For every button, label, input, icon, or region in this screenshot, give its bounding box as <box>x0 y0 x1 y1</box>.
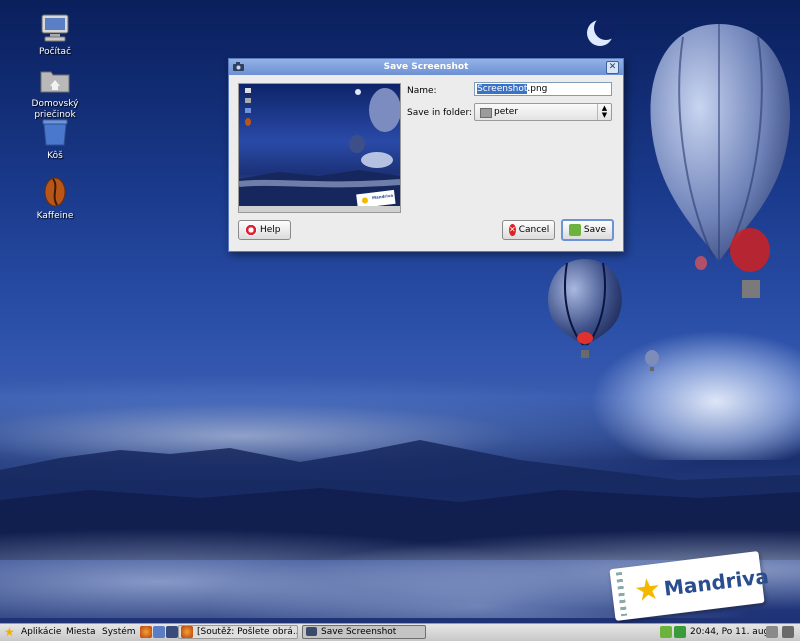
save-button[interactable]: Save <box>561 219 614 241</box>
updown-arrows-icon: ▲ ▼ <box>597 104 611 120</box>
task-label: Save Screenshot <box>321 627 397 637</box>
dialog-title: Save Screenshot <box>383 62 469 72</box>
bottom-panel: ★ Aplikácie Miesta Systém [Soutěž: Pošle… <box>0 623 800 641</box>
firefox-icon[interactable] <box>140 626 152 638</box>
camera-task-icon <box>306 627 317 636</box>
menu-applications[interactable]: Aplikácie <box>21 626 61 639</box>
clock[interactable]: 20:44, Po 11. aug <box>690 626 769 639</box>
desktop-icon-trash[interactable]: Kôš <box>17 116 93 162</box>
moon-icon <box>587 18 615 46</box>
android-update-icon[interactable] <box>660 626 672 638</box>
lifebuoy-icon <box>245 224 257 236</box>
folder-icon <box>480 108 492 118</box>
hot-air-balloon-medium <box>548 259 622 358</box>
desktop-icon-computer[interactable]: Počítač <box>17 12 93 58</box>
task-label: [Soutěž: Pošlete obrá... <box>197 627 298 637</box>
save-folder-combo[interactable]: peter ▲ ▼ <box>474 103 612 121</box>
preview-thumbnail <box>239 88 400 212</box>
close-icon: ✕ <box>608 62 617 72</box>
cancel-button[interactable]: ✕ Cancel <box>502 220 555 240</box>
desktop-icon-kaffeine[interactable]: Kaffeine <box>17 176 93 222</box>
taskbar-task-save-screenshot[interactable]: Save Screenshot <box>302 625 426 639</box>
desktop-icon-label: Počítač <box>38 47 72 57</box>
save-screenshot-dialog: Save Screenshot ✕ Mandriva Name: Screens… <box>228 58 624 252</box>
hot-air-balloon-large <box>650 24 791 298</box>
camera-icon <box>233 62 244 71</box>
save-button-label: Save <box>583 225 606 235</box>
card-binding <box>615 571 628 617</box>
firefox-task-icon <box>181 626 193 638</box>
hot-air-balloon-small <box>645 350 659 371</box>
star-icon: ★ <box>632 571 664 610</box>
cancel-button-label: Cancel <box>518 225 550 235</box>
menu-places[interactable]: Miesta <box>66 626 96 639</box>
dialog-titlebar[interactable]: Save Screenshot ✕ <box>229 59 623 75</box>
screenshot-preview: Mandriva <box>238 83 401 213</box>
network-icon[interactable] <box>674 626 686 638</box>
desktop-icon-label: Kaffeine <box>36 211 74 221</box>
mail-icon[interactable] <box>153 626 165 638</box>
volume-icon[interactable] <box>766 626 778 638</box>
name-label: Name: <box>407 86 437 96</box>
taskbar-task-browser[interactable]: [Soutěž: Pošlete obrá... <box>178 625 298 639</box>
show-desktop-icon[interactable] <box>782 626 794 638</box>
mandriva-brand-text: Mandriva <box>662 564 770 601</box>
filename-input[interactable]: Screenshot.png <box>474 82 612 96</box>
folder-label: Save in folder: <box>407 108 473 118</box>
close-button[interactable]: ✕ <box>606 61 619 74</box>
terminal-icon[interactable] <box>166 626 178 638</box>
filename-extension: .png <box>527 84 548 94</box>
help-button[interactable]: Help <box>238 220 291 240</box>
desktop-icon-home[interactable]: Domovský priečinok <box>17 64 93 121</box>
coffee-bean-icon <box>39 176 71 208</box>
trash-icon <box>39 116 71 148</box>
mandriva-star-icon[interactable]: ★ <box>4 626 16 638</box>
cancel-icon: ✕ <box>509 224 516 236</box>
hot-air-balloon-tiny <box>695 256 707 270</box>
menu-system[interactable]: Systém <box>102 626 136 639</box>
help-button-label: Help <box>260 225 281 235</box>
home-folder-icon <box>39 64 71 96</box>
desktop-icon-label: Kôš <box>47 151 63 161</box>
save-download-icon <box>569 224 581 236</box>
filename-selected-text: Screenshot <box>477 84 528 94</box>
computer-icon <box>39 12 71 44</box>
folder-value: peter <box>494 107 519 117</box>
